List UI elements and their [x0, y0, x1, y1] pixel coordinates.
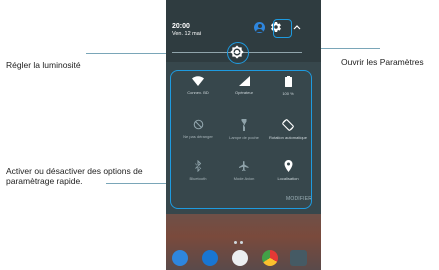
quick-settings-highlight — [170, 70, 312, 209]
chrome-icon[interactable] — [262, 250, 278, 266]
messages-icon[interactable] — [202, 250, 218, 266]
toggles-leader-line — [106, 183, 170, 184]
page-dot — [234, 241, 237, 244]
chevron-up-icon[interactable] — [293, 24, 301, 30]
annotated-screenshot: Régler la luminosité Ouvrir les Paramètr… — [0, 0, 439, 270]
apps-icon[interactable] — [232, 250, 248, 266]
page-indicator — [234, 231, 252, 244]
camera-icon[interactable] — [290, 250, 307, 266]
avatar-icon[interactable] — [254, 22, 265, 33]
brightness-highlight — [227, 42, 249, 64]
settings-highlight — [273, 19, 292, 38]
clock-date: Ven. 12 mai — [172, 31, 202, 37]
phone-icon[interactable] — [172, 250, 188, 266]
page-dot — [240, 241, 243, 244]
brightness-callout: Régler la luminosité — [6, 60, 81, 70]
clock-time: 20:00 — [172, 23, 190, 30]
settings-callout: Ouvrir les Paramètres — [341, 57, 424, 67]
